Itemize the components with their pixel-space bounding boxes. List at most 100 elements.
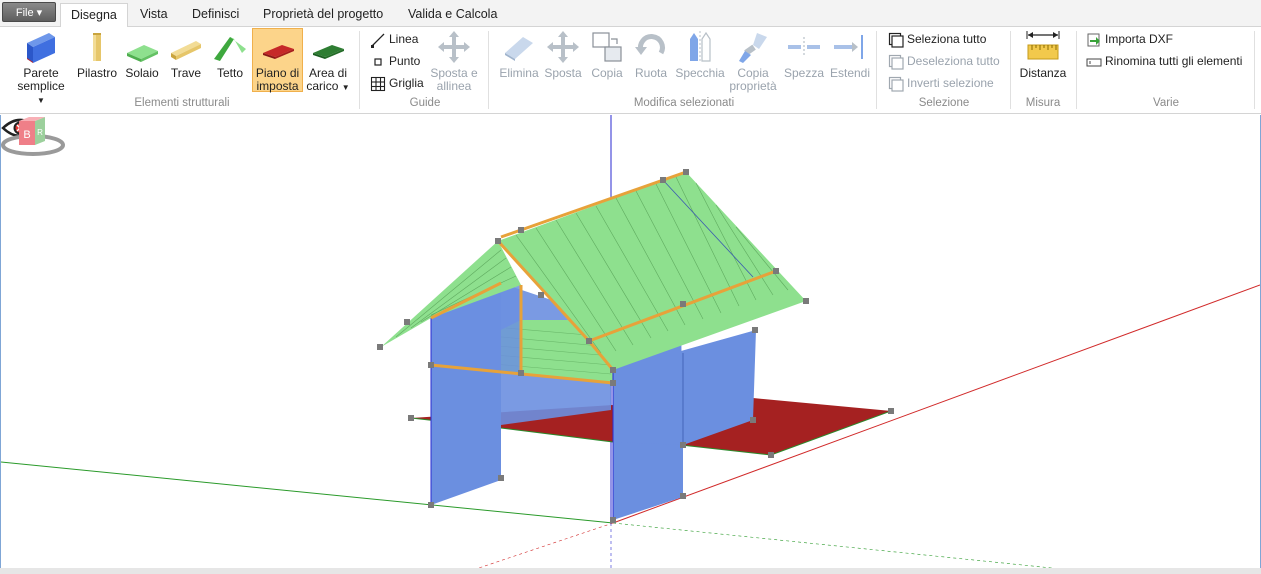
rename-icon [1086, 58, 1102, 67]
ruota-label: Ruota [634, 66, 668, 80]
parete-semplice-button[interactable]: Parete semplice ▼ [12, 29, 70, 107]
inverti-selezione-button[interactable]: Inverti selezione [888, 74, 994, 92]
paint-brush-icon [739, 33, 767, 63]
distanza-button[interactable]: Distanza [1016, 29, 1070, 80]
3d-viewport[interactable]: B R [0, 115, 1261, 574]
load-area-icon [313, 45, 344, 59]
trave-button[interactable]: Trave [166, 29, 206, 80]
copia-proprieta-button[interactable]: Copia proprietà [728, 29, 778, 93]
deseleziona-tutto-button[interactable]: Deseleziona tutto [888, 52, 1000, 70]
grid-icon [370, 76, 386, 91]
pilastro-label: Pilastro [76, 66, 117, 80]
ruota-button[interactable]: Ruota [630, 29, 672, 80]
import-icon [1087, 33, 1100, 47]
tetto-label: Tetto [216, 66, 243, 80]
ruler-icon [1026, 31, 1060, 60]
copia-button[interactable]: Copia [586, 29, 628, 80]
column-icon [93, 33, 101, 61]
move-icon [547, 31, 579, 63]
tab-vista[interactable]: Vista [130, 3, 178, 28]
extend-icon [834, 35, 863, 59]
punto-button[interactable]: Punto [370, 52, 420, 70]
group-label-varie: Varie [1153, 97, 1179, 109]
copia-proprieta-label-2: proprietà [729, 79, 777, 93]
elimina-label: Elimina [499, 66, 539, 80]
deselect-all-icon [888, 54, 904, 70]
wall-icon [27, 33, 55, 63]
rotate-icon [635, 34, 665, 55]
point-icon [374, 58, 382, 66]
tab-definisci[interactable]: Definisci [182, 3, 249, 28]
tab-label: Valida e Calcola [408, 7, 498, 21]
importa-dxf-button[interactable]: Importa DXF [1086, 30, 1173, 48]
trave-label: Trave [170, 66, 202, 80]
pilastro-button[interactable]: Pilastro [76, 29, 118, 80]
specchia-button[interactable]: Specchia [674, 29, 726, 80]
line-icon [371, 33, 385, 48]
ribbon-tab-bar: File ▾ Disegna Vista Definisci Proprietà… [0, 0, 1261, 28]
piano-imposta-button[interactable]: Piano di imposta [252, 28, 303, 93]
dropdown-arrow-icon: ▼ [341, 83, 350, 92]
griglia-button[interactable]: Griglia [370, 74, 424, 92]
estendi-button[interactable]: Estendi [828, 29, 872, 80]
tab-valida-calcola[interactable]: Valida e Calcola [398, 3, 507, 28]
piano-label-2: imposta [256, 79, 299, 93]
specchia-label: Specchia [675, 66, 725, 80]
importa-dxf-label: Importa DXF [1105, 32, 1174, 46]
rinomina-elementi-label: Rinomina tutti gli elementi [1105, 54, 1243, 68]
distanza-label: Distanza [1019, 66, 1067, 80]
file-menu-button[interactable]: File ▾ [2, 2, 56, 22]
group-separator [1010, 31, 1011, 109]
solaio-button[interactable]: Solaio [122, 29, 162, 80]
tab-label: Definisci [192, 7, 240, 21]
estendi-label: Estendi [829, 66, 871, 80]
file-menu-label: File [15, 7, 34, 19]
deseleziona-tutto-label: Deseleziona tutto [907, 54, 1000, 68]
navigation-cube[interactable]: B R [1, 115, 67, 159]
copy-icon [592, 32, 622, 62]
punto-label: Punto [389, 54, 421, 68]
spezza-label: Spezza [783, 66, 825, 80]
x-axis-negative-line [460, 522, 614, 574]
rinomina-elementi-button[interactable]: Rinomina tutti gli elementi [1086, 52, 1242, 70]
group-label-selezione: Selezione [918, 97, 970, 109]
group-label-misura: Misura [1025, 97, 1061, 109]
group-separator [876, 31, 877, 109]
spezza-button[interactable]: Spezza [782, 29, 826, 80]
roof-icon [214, 37, 246, 61]
y-axis-negative-line [612, 522, 1082, 572]
group-separator [1254, 31, 1255, 109]
ribbon: Parete semplice ▼ Pilastro Solaio Trave [0, 27, 1261, 114]
elimina-button[interactable]: Elimina [498, 29, 540, 80]
base-plane-icon [262, 45, 294, 59]
parete-label-2: semplice [17, 79, 65, 93]
move-align-icon [438, 31, 470, 63]
tab-disegna[interactable]: Disegna [60, 3, 128, 28]
split-icon [788, 37, 820, 57]
seleziona-tutto-button[interactable]: Seleziona tutto [888, 30, 986, 48]
tab-label: Disegna [71, 8, 117, 22]
group-separator [359, 31, 360, 109]
tab-label: Vista [140, 7, 168, 21]
solaio-label: Solaio [125, 66, 159, 80]
area-carico-button[interactable]: Area di carico ▼ [305, 29, 351, 94]
invert-selection-icon [888, 76, 904, 92]
linea-button[interactable]: Linea [370, 30, 418, 48]
linea-label: Linea [389, 32, 419, 46]
bottom-scroll-strip [0, 568, 1261, 574]
nav-cube-face-b: B [23, 129, 30, 141]
group-label-guide: Guide [409, 97, 441, 109]
tetto-button[interactable]: Tetto [210, 29, 250, 80]
select-all-icon [888, 32, 904, 48]
y-axis-line [1, 461, 614, 524]
eraser-icon [505, 37, 533, 61]
mirror-icon [690, 31, 711, 63]
tab-proprieta-progetto[interactable]: Proprietà del progetto [253, 3, 393, 28]
beam-icon [171, 41, 201, 60]
nav-cube-face-r: R [37, 128, 43, 137]
sposta-allinea-label-2: allinea [436, 79, 472, 93]
inverti-selezione-label: Inverti selezione [907, 76, 994, 90]
sposta-button[interactable]: Sposta [542, 29, 584, 80]
sposta-allinea-button[interactable]: Sposta e allinea [428, 29, 480, 93]
sposta-label: Sposta [544, 66, 582, 80]
